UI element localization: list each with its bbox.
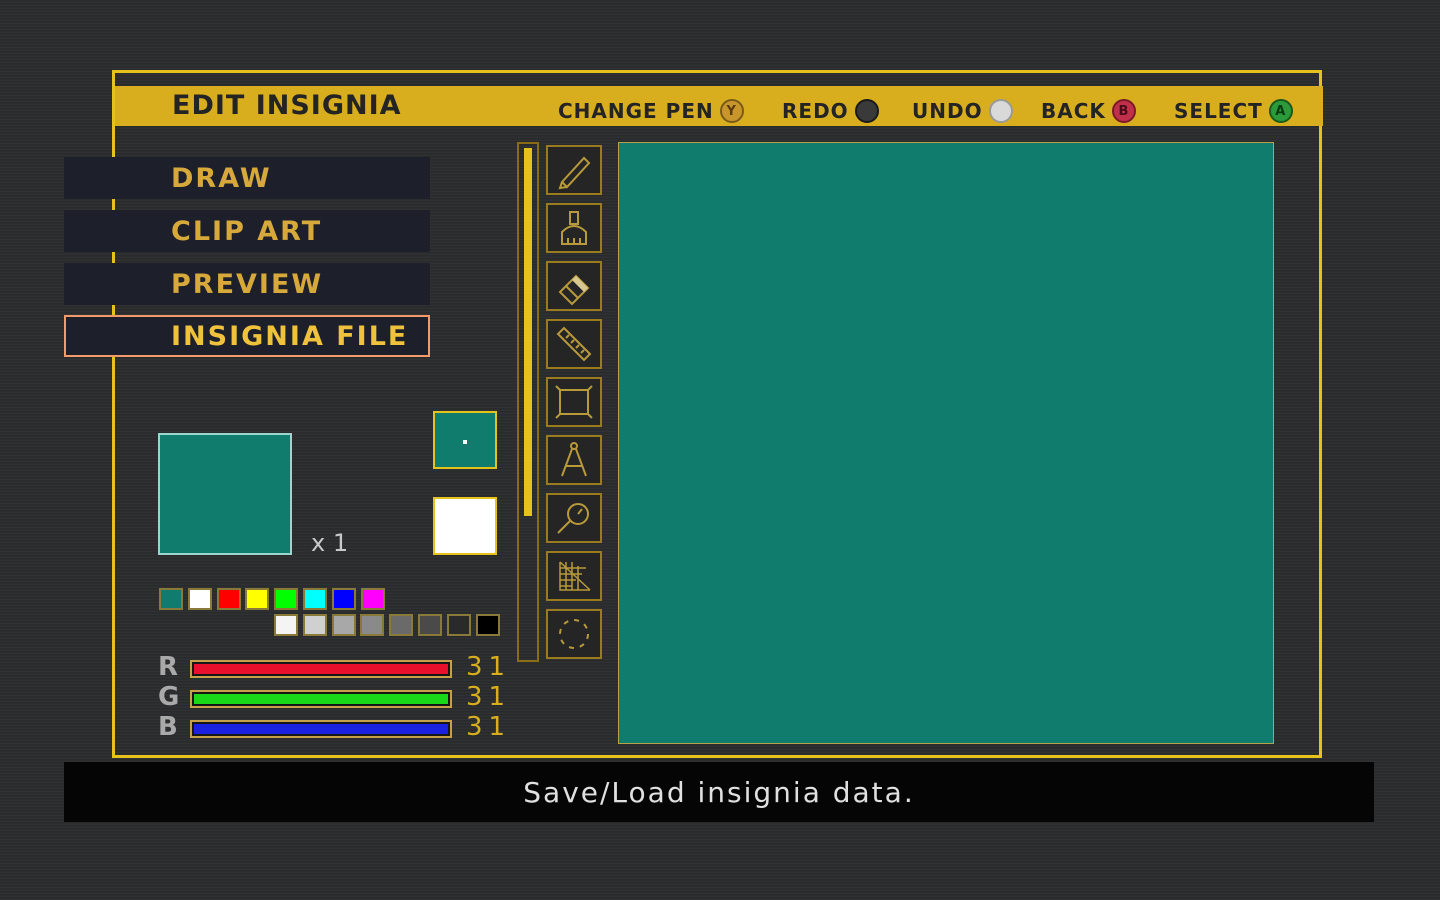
menu-item-label: DRAW	[171, 162, 272, 194]
menu-item-draw[interactable]: DRAW	[64, 157, 430, 199]
zoom-multiplier: x 1	[311, 529, 349, 557]
insignia-preview	[158, 433, 292, 555]
palette-swatch[interactable]	[331, 614, 356, 636]
hint-label: REDO	[782, 99, 849, 123]
grid-tool[interactable]	[546, 551, 602, 601]
magnifier-tool[interactable]	[546, 493, 602, 543]
eraser-icon	[558, 274, 590, 306]
pen-size-dot	[463, 440, 467, 444]
palette-swatch[interactable]	[274, 614, 298, 636]
menu-item-label: INSIGNIA FILE	[171, 320, 409, 352]
green-label: G	[158, 682, 180, 712]
palette-swatch[interactable]	[446, 614, 471, 636]
drawing-canvas[interactable]	[618, 142, 1274, 744]
brush-tool[interactable]	[546, 203, 602, 253]
ruler-tool[interactable]	[546, 319, 602, 369]
red-slider[interactable]	[190, 660, 452, 678]
red-value: 31	[466, 652, 512, 682]
hint-label: BACK	[1041, 99, 1106, 123]
menu-item-preview[interactable]: PREVIEW	[64, 263, 430, 305]
compass-tool[interactable]	[546, 435, 602, 485]
palette-swatch[interactable]	[274, 588, 299, 610]
hint-redo: REDO	[782, 97, 879, 125]
tool-scrollbar[interactable]	[517, 142, 539, 662]
rectangle-tool[interactable]	[546, 377, 602, 427]
menu-item-label: PREVIEW	[171, 268, 324, 300]
status-text: Save/Load insignia data.	[523, 775, 915, 809]
b-button-icon: B	[1111, 99, 1136, 123]
scrollbar-thumb[interactable]	[524, 148, 532, 516]
menu-item-clip-art[interactable]: CLIP ART	[64, 210, 430, 252]
palette-swatch[interactable]	[360, 588, 385, 610]
hint-label: UNDO	[912, 99, 983, 123]
palette-swatch[interactable]	[159, 588, 183, 610]
palette-swatch[interactable]	[302, 614, 327, 636]
green-slider[interactable]	[190, 690, 452, 708]
palette-swatch[interactable]	[360, 614, 385, 636]
palette-swatch[interactable]	[475, 614, 500, 636]
black-button-icon	[854, 99, 879, 123]
blue-label: B	[158, 712, 178, 742]
page-title: EDIT INSIGNIA	[172, 90, 402, 121]
status-bar: Save/Load insignia data.	[64, 762, 1374, 822]
blue-value: 31	[466, 712, 512, 742]
menu-item-insignia-file[interactable]: INSIGNIA FILE	[64, 315, 430, 357]
menu-item-label: CLIP ART	[171, 215, 323, 247]
red-label: R	[158, 652, 179, 682]
y-button-icon: Y	[719, 99, 744, 123]
blue-slider[interactable]	[190, 720, 452, 738]
compass-icon	[561, 442, 587, 477]
grid-icon	[559, 561, 591, 591]
green-value: 31	[466, 682, 512, 712]
brush-icon	[561, 211, 587, 245]
palette-swatch[interactable]	[303, 588, 327, 610]
eraser-tool[interactable]	[546, 261, 602, 311]
secondary-color-swatch[interactable]	[433, 497, 497, 555]
palette-swatch[interactable]	[216, 588, 241, 610]
palette-swatch[interactable]	[418, 614, 442, 636]
palette-swatch[interactable]	[187, 588, 212, 610]
blue-slider-fill	[194, 724, 448, 734]
palette-swatch[interactable]	[245, 588, 270, 610]
hint-label: CHANGE PEN	[558, 99, 714, 123]
pencil-tool[interactable]	[546, 145, 602, 195]
hint-undo: UNDO	[912, 97, 1013, 125]
palette-swatch[interactable]	[389, 614, 414, 636]
pencil-icon	[558, 156, 591, 190]
circle-icon	[559, 619, 589, 649]
white-button-icon	[988, 99, 1013, 123]
green-slider-fill	[194, 694, 448, 704]
magnifier-icon	[557, 503, 589, 534]
palette-swatch[interactable]	[331, 588, 356, 610]
a-button-icon: A	[1268, 99, 1293, 123]
ruler-icon	[556, 326, 592, 362]
hint-back: BACK B	[1041, 97, 1136, 125]
rectangle-icon	[555, 385, 593, 419]
hint-label: SELECT	[1174, 99, 1263, 123]
hint-select: SELECT A	[1174, 97, 1293, 125]
circle-tool[interactable]	[546, 609, 602, 659]
red-slider-fill	[194, 664, 448, 674]
hint-change-pen: CHANGE PEN Y	[558, 97, 744, 125]
